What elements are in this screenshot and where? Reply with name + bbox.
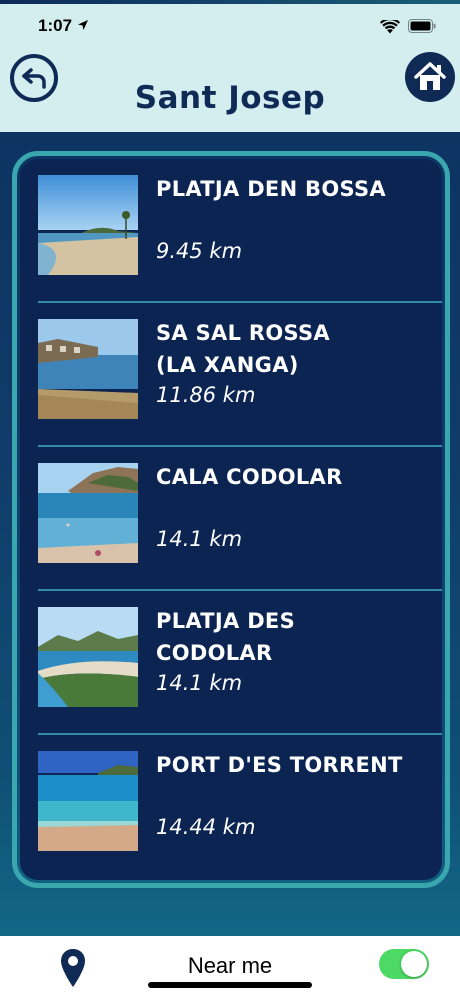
home-icon bbox=[414, 62, 446, 90]
main-area: PLATJA DEN BOSSA 9.45 km SA SAL ROSSA (L… bbox=[0, 132, 460, 936]
beach-row-platja-den-bossa[interactable]: PLATJA DEN BOSSA 9.45 km bbox=[20, 159, 442, 303]
header: 1:07 Sant Josep bbox=[0, 4, 460, 132]
beach-photo bbox=[38, 607, 138, 707]
beach-photo bbox=[38, 463, 138, 563]
wifi-icon bbox=[380, 20, 400, 34]
beach-distance: 14.1 km bbox=[156, 671, 243, 695]
beach-row-cala-codolar[interactable]: CALA CODOLAR 14.1 km bbox=[20, 447, 442, 591]
beach-name: SA SAL ROSSA (LA XANGA) bbox=[156, 321, 330, 377]
beach-name: PLATJA DES CODOLAR bbox=[156, 609, 295, 665]
page-title: Sant Josep bbox=[134, 80, 326, 116]
beach-name: CALA CODOLAR bbox=[156, 465, 343, 489]
beach-name: PORT D'ES TORRENT bbox=[156, 753, 403, 777]
beach-photo bbox=[38, 751, 138, 851]
toggle-knob bbox=[401, 951, 427, 977]
home-button[interactable] bbox=[405, 52, 455, 102]
beach-distance: 14.44 km bbox=[156, 815, 256, 839]
beach-distance: 11.86 km bbox=[156, 383, 256, 407]
beach-list[interactable]: PLATJA DEN BOSSA 9.45 km SA SAL ROSSA (L… bbox=[20, 159, 442, 880]
beach-distance: 14.1 km bbox=[156, 527, 243, 551]
beach-distance: 9.45 km bbox=[156, 239, 243, 263]
beach-photo bbox=[38, 175, 138, 275]
beach-row-platja-des-codolar[interactable]: PLATJA DES CODOLAR 14.1 km bbox=[20, 591, 442, 735]
home-indicator[interactable] bbox=[148, 982, 312, 988]
beach-row-port-des-torrent[interactable]: PORT D'ES TORRENT 14.44 km bbox=[20, 735, 442, 879]
beach-name: PLATJA DEN BOSSA bbox=[156, 177, 386, 201]
status-time: 1:07 bbox=[38, 16, 73, 35]
location-arrow-icon bbox=[78, 20, 88, 30]
beach-row-sa-sal-rossa[interactable]: SA SAL ROSSA (LA XANGA) 11.86 km bbox=[20, 303, 442, 447]
beach-photo bbox=[38, 319, 138, 419]
battery-icon bbox=[408, 19, 436, 33]
near-me-toggle[interactable] bbox=[379, 949, 429, 979]
